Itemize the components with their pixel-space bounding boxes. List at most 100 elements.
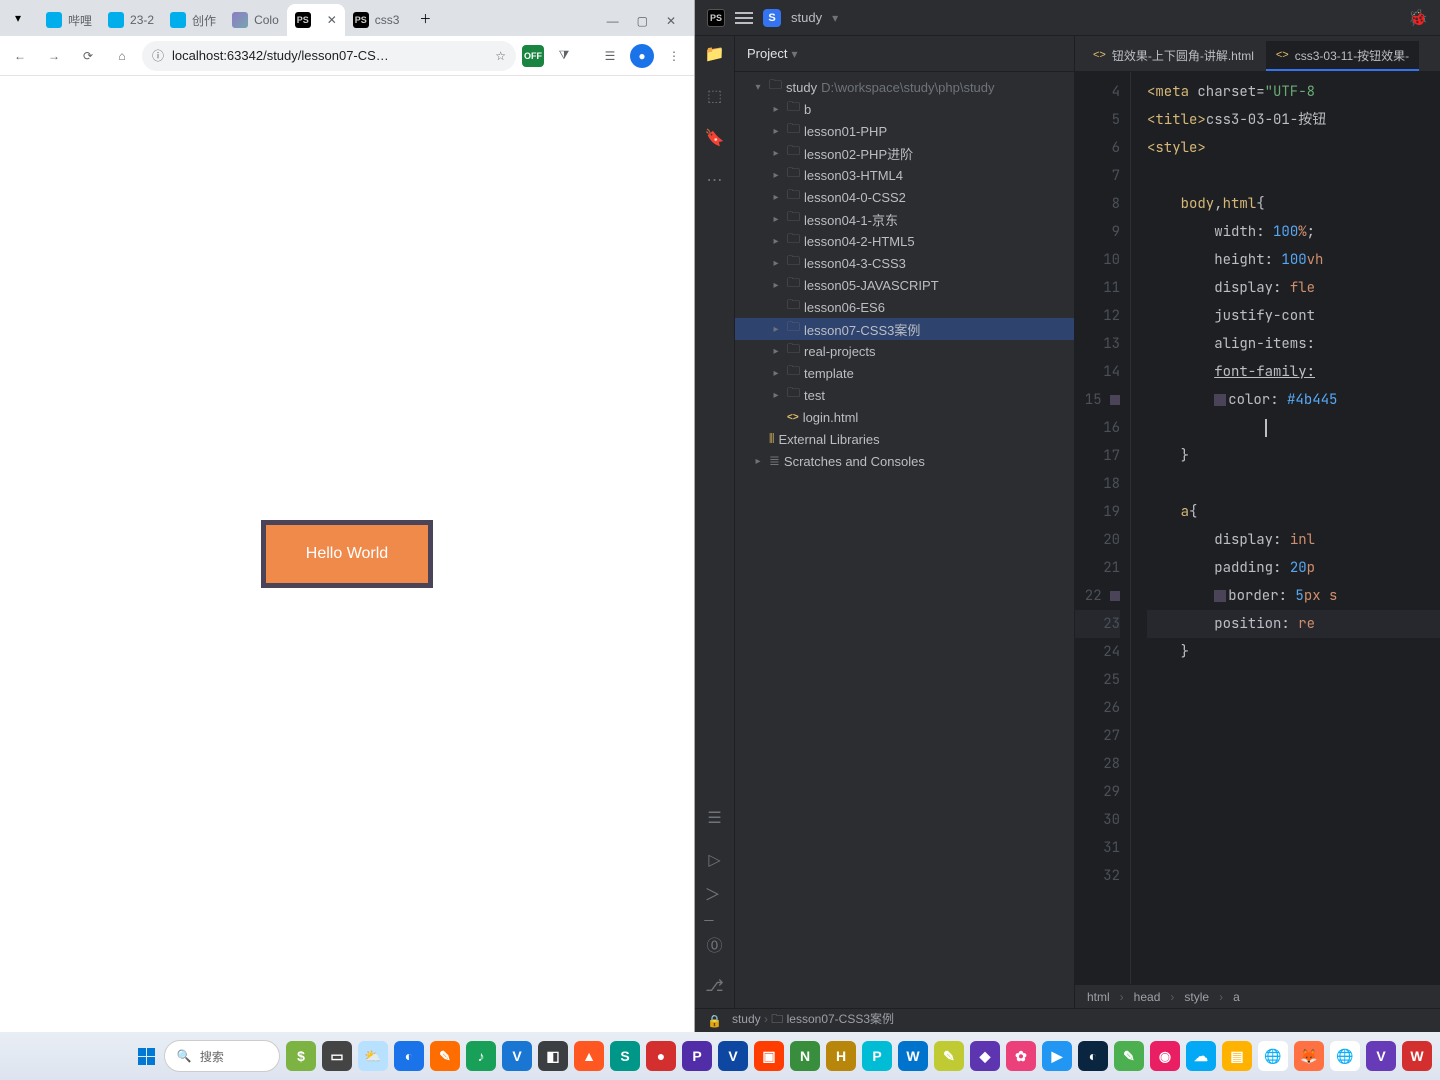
tree-row[interactable]: ▸🗀 lesson04-2-HTML5 [735, 230, 1074, 252]
new-tab-button[interactable]: ＋ [411, 4, 439, 32]
taskbar-app-icon[interactable]: ▤ [1222, 1041, 1252, 1071]
editor-tab[interactable]: <>css3-03-11-按钮效果- [1266, 41, 1419, 71]
tree-row[interactable]: ▸🗀 lesson04-1-京东 [735, 208, 1074, 230]
tree-row[interactable]: ▸🗀 b [735, 98, 1074, 120]
tree-row[interactable]: ▸🗀 lesson04-0-CSS2 [735, 186, 1074, 208]
taskbar-app-icon[interactable]: N [790, 1041, 820, 1071]
taskbar-app-icon[interactable]: S [610, 1041, 640, 1071]
maximize-button[interactable]: ▢ [637, 14, 648, 28]
taskbar-app-icon[interactable]: ▶ [1042, 1041, 1072, 1071]
terminal-tool-icon[interactable]: ＞_ [705, 892, 725, 912]
tree-row[interactable]: ⫴ External Libraries [735, 428, 1074, 450]
extension-icon[interactable]: OFF [522, 45, 544, 67]
taskbar-app-icon[interactable]: 🦊 [1294, 1041, 1324, 1071]
browser-tab[interactable]: 23-2 [100, 4, 162, 36]
browser-tab[interactable]: PS✕ [287, 4, 345, 36]
tree-row[interactable]: ▸🗀 lesson04-3-CSS3 [735, 252, 1074, 274]
structure-tool-icon[interactable]: ⬚ [705, 86, 725, 106]
tree-row[interactable]: ▾🗀 study D:\workspace\study\php\study [735, 76, 1074, 98]
tree-row[interactable]: <> login.html [735, 406, 1074, 428]
taskbar-app-icon[interactable]: ◧ [538, 1041, 568, 1071]
tree-row[interactable]: ▸🗀 test [735, 384, 1074, 406]
taskbar-app-icon[interactable]: ☁ [1186, 1041, 1216, 1071]
tree-row[interactable]: ▸🗀 real-projects [735, 340, 1074, 362]
taskbar-app-icon[interactable]: ✎ [934, 1041, 964, 1071]
hello-world-button[interactable]: Hello World [261, 520, 433, 588]
more-tool-icon[interactable]: ⋯ [705, 170, 725, 190]
taskbar-app-icon[interactable]: P [682, 1041, 712, 1071]
run-tool-icon[interactable]: ▷ [705, 850, 725, 870]
taskbar-app-icon[interactable]: ◆ [970, 1041, 1000, 1071]
breadcrumb-item[interactable]: a [1233, 990, 1240, 1004]
debug-icon[interactable]: 🐞 [1408, 8, 1428, 28]
taskbar-app-icon[interactable]: W [1402, 1041, 1432, 1071]
editor-breadcrumb[interactable]: html›head›style›a [1075, 984, 1440, 1008]
breadcrumb-item[interactable]: html [1087, 990, 1110, 1004]
tree-row[interactable]: ▸🗀 lesson03-HTML4 [735, 164, 1074, 186]
forward-button[interactable]: → [40, 42, 68, 70]
tree-row[interactable]: 🗀 lesson06-ES6 [735, 296, 1074, 318]
taskbar-app-icon[interactable]: ⛅ [358, 1041, 388, 1071]
project-tool-icon[interactable]: 📁 [705, 44, 725, 64]
vcs-tool-icon[interactable]: ⎇ [705, 976, 725, 996]
taskbar-app-icon[interactable]: ✿ [1006, 1041, 1036, 1071]
close-window-button[interactable]: ✕ [666, 14, 676, 28]
taskbar-app-icon[interactable]: ✎ [1114, 1041, 1144, 1071]
reading-list-button[interactable]: ☰ [596, 42, 624, 70]
tabs-dropdown-button[interactable]: ▾ [4, 4, 32, 32]
taskbar-app-icon[interactable]: ◐ [394, 1041, 424, 1071]
taskbar-app-icon[interactable]: ▲ [574, 1041, 604, 1071]
taskbar-app-icon[interactable]: ▣ [754, 1041, 784, 1071]
tab-close-icon[interactable]: ✕ [327, 13, 337, 27]
taskbar-app-icon[interactable]: H [826, 1041, 856, 1071]
project-tree[interactable]: ▾🗀 study D:\workspace\study\php\study▸🗀 … [735, 72, 1074, 1008]
browser-tab[interactable]: 哔哩 [38, 4, 100, 36]
start-button[interactable] [135, 1039, 158, 1073]
taskbar-app-icon[interactable]: V [1366, 1041, 1396, 1071]
minimize-button[interactable]: — [607, 14, 619, 28]
breadcrumb-item[interactable]: head [1134, 990, 1161, 1004]
bookmarks-tool-icon[interactable]: 🔖 [705, 128, 725, 148]
taskbar-app-icon[interactable]: V [502, 1041, 532, 1071]
taskbar-search[interactable]: 🔍 搜索 [164, 1040, 280, 1072]
tree-row[interactable]: ▸🗀 template [735, 362, 1074, 384]
taskbar-app-icon[interactable]: ◉ [1150, 1041, 1180, 1071]
taskbar-app-icon[interactable]: ✎ [430, 1041, 460, 1071]
code-editor[interactable]: 456789101112131415 16171819202122 232425… [1075, 72, 1440, 984]
address-bar[interactable]: ⓘ localhost:63342/study/lesson07-CS… ☆ [142, 41, 516, 71]
browser-tab[interactable]: 创作 [162, 4, 224, 36]
taskbar-app-icon[interactable]: W [898, 1041, 928, 1071]
extensions-button[interactable]: ⧩ [550, 42, 578, 70]
tree-row[interactable]: ▸🗀 lesson02-PHP进阶 [735, 142, 1074, 164]
taskbar-app-icon[interactable]: P [862, 1041, 892, 1071]
tree-row[interactable]: ▸≣ Scratches and Consoles [735, 450, 1074, 472]
home-button[interactable]: ⌂ [108, 42, 136, 70]
taskbar-app-icon[interactable]: ♪ [466, 1041, 496, 1071]
browser-tab[interactable]: Colo [224, 4, 287, 36]
profile-button[interactable]: ● [630, 44, 654, 68]
taskbar-app-icon[interactable]: 🌐 [1258, 1041, 1288, 1071]
problems-tool-icon[interactable]: ⓪ [705, 934, 725, 954]
back-button[interactable]: ← [6, 42, 34, 70]
browser-tab[interactable]: PScss3 [345, 4, 408, 36]
editor-tab[interactable]: <>钮效果-上下圆角-讲解.html [1083, 41, 1264, 71]
taskbar-app-icon[interactable]: ◐ [1078, 1041, 1108, 1071]
site-info-icon[interactable]: ⓘ [152, 47, 164, 64]
status-path: study › 🗀 lesson07-CSS3案例 [732, 1010, 894, 1031]
todo-tool-icon[interactable]: ☰ [705, 808, 725, 828]
taskbar-app-icon[interactable]: ● [646, 1041, 676, 1071]
taskbar-app-icon[interactable]: V [718, 1041, 748, 1071]
taskbar-app-icon[interactable]: $ [286, 1041, 316, 1071]
tree-row[interactable]: ▸🗀 lesson07-CSS3案例 [735, 318, 1074, 340]
taskbar-app-icon[interactable]: 🌐 [1330, 1041, 1360, 1071]
project-name[interactable]: study [791, 10, 822, 25]
reload-button[interactable]: ⟳ [74, 42, 102, 70]
breadcrumb-item[interactable]: style [1184, 990, 1209, 1004]
main-menu-button[interactable] [735, 12, 753, 24]
code-content[interactable]: <meta charset="UTF-8<title>css3-03-01-按钮… [1131, 72, 1440, 984]
tree-row[interactable]: ▸🗀 lesson05-JAVASCRIPT [735, 274, 1074, 296]
taskbar-app-icon[interactable]: ▭ [322, 1041, 352, 1071]
bookmark-star-icon[interactable]: ☆ [495, 49, 506, 63]
tree-row[interactable]: ▸🗀 lesson01-PHP [735, 120, 1074, 142]
browser-menu-button[interactable]: ⋮ [660, 42, 688, 70]
